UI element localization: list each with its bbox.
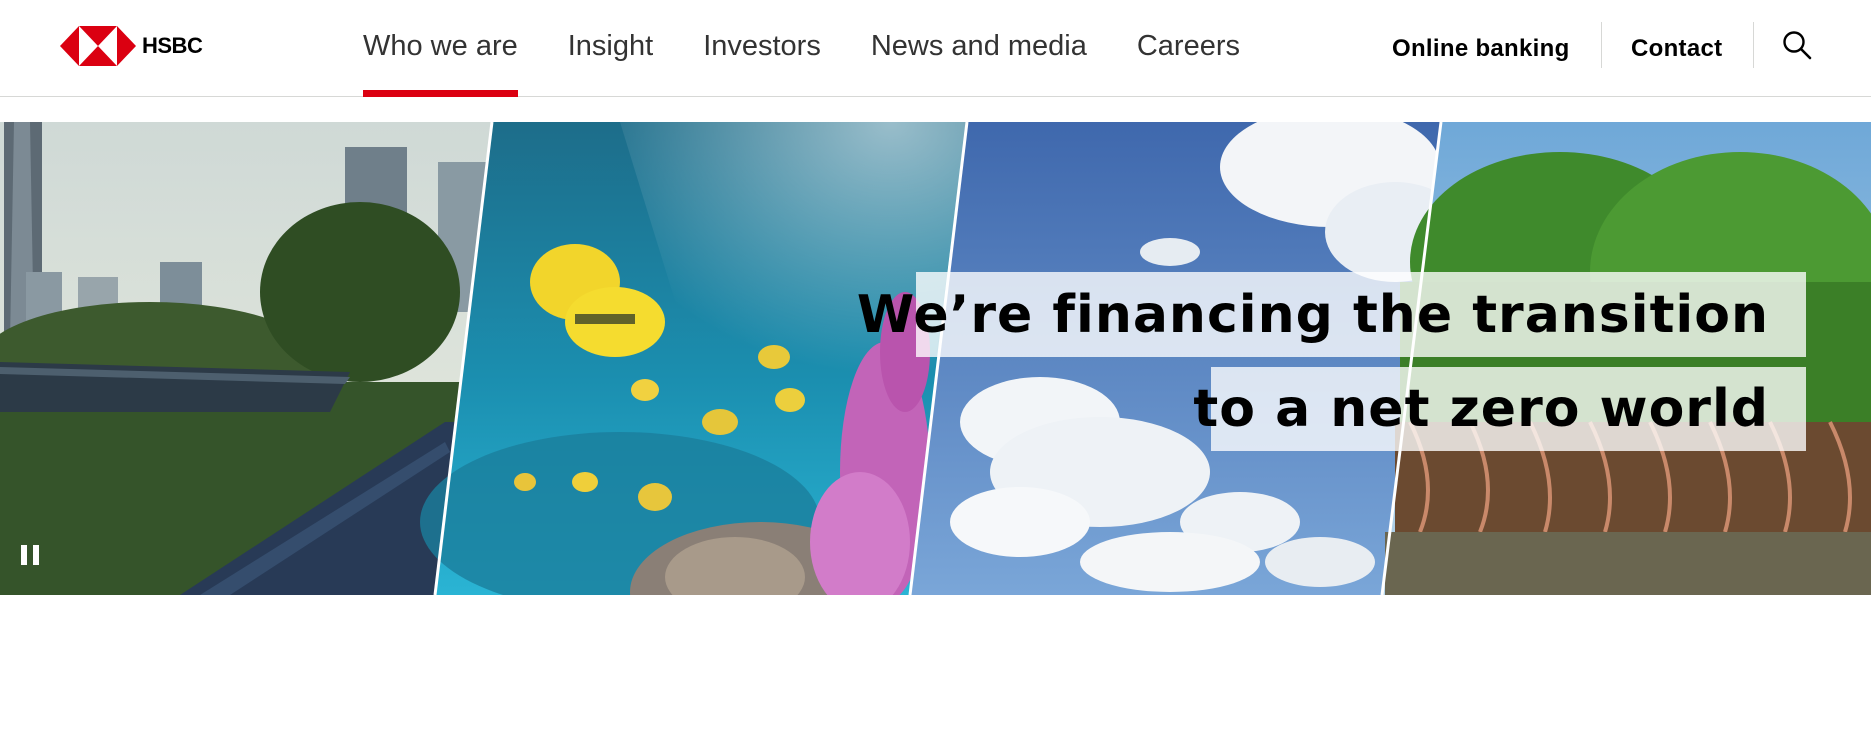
online-banking-link[interactable]: Online banking	[1392, 0, 1570, 97]
nav-label: Insight	[567, 30, 654, 62]
hero-headline-line-1: We’re financing the transition	[857, 272, 1806, 357]
site-header: HSBC Who we are Insight Investors News a…	[0, 0, 1871, 97]
utility-divider	[1601, 22, 1602, 68]
hero-banner: We’re financing the transition to a net …	[0, 122, 1871, 595]
nav-label: Careers	[1136, 30, 1241, 62]
main-nav: Who we are Insight Investors News and me…	[363, 0, 1290, 97]
brand-name: HSBC	[142, 33, 203, 58]
contact-link[interactable]: Contact	[1631, 0, 1722, 97]
nav-who-we-are[interactable]: Who we are	[363, 0, 518, 97]
nav-label: News and media	[870, 30, 1087, 62]
hero-headline-line-2: to a net zero world	[1193, 367, 1806, 451]
nav-investors[interactable]: Investors	[703, 0, 821, 97]
nav-insight[interactable]: Insight	[568, 0, 653, 97]
pause-icon[interactable]	[18, 542, 44, 568]
hero-image	[0, 122, 1871, 595]
nav-news-and-media[interactable]: News and media	[871, 0, 1087, 97]
hsbc-hexagon-icon	[60, 26, 136, 66]
nav-label: Investors	[703, 30, 821, 62]
utility-divider	[1753, 22, 1754, 68]
hsbc-logo[interactable]: HSBC	[60, 26, 203, 66]
active-nav-indicator	[363, 90, 518, 97]
search-icon[interactable]	[1782, 30, 1812, 60]
nav-label: Who we are	[363, 30, 518, 62]
nav-careers[interactable]: Careers	[1137, 0, 1240, 97]
